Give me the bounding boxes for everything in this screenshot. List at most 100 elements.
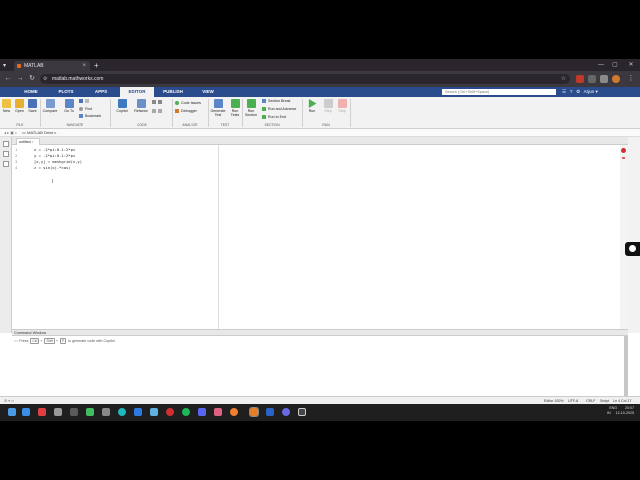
code-issues-button[interactable]: Code Issues (175, 101, 201, 106)
save-button[interactable]: Save (27, 99, 38, 113)
tab-publish[interactable]: PUBLISH (158, 87, 188, 97)
run-and-advance-button[interactable]: Run and Advance (262, 107, 296, 112)
bookmark-star-icon[interactable]: ☆ (561, 74, 566, 84)
back-forward-buttons[interactable] (79, 99, 91, 104)
site-info-icon[interactable]: ⚙ (43, 74, 47, 84)
app-icon[interactable] (70, 408, 78, 416)
run-button[interactable]: Run (306, 99, 318, 113)
copilot-hint: >> Press Ctrl + Shift + P to generate code… (14, 338, 115, 344)
app-icon[interactable] (38, 408, 46, 416)
ribbon-divider (110, 99, 111, 127)
side-panel-strip (0, 137, 12, 333)
tray-clock-date: 12-10-2025 (615, 411, 634, 415)
section-label-file: FILE (16, 123, 24, 127)
step-button[interactable]: Step (322, 99, 334, 113)
stop-button[interactable]: Stop (336, 99, 348, 113)
app-icon[interactable] (86, 408, 94, 416)
browser-tab[interactable]: MATLAB × (14, 61, 90, 71)
code-fx-buttons[interactable] (152, 109, 164, 114)
browser-icon[interactable] (230, 408, 238, 416)
code-line[interactable]: y = -2*pi:0.1:2*pi (34, 153, 75, 158)
system-tray[interactable]: ENG 20:07 IN 12-10-2025 (607, 406, 634, 416)
spotify-icon[interactable] (182, 408, 190, 416)
tab-menu-icon[interactable]: ▾ (3, 61, 6, 71)
tab-editor[interactable]: EDITOR (120, 87, 154, 97)
minimize-icon[interactable]: — (594, 59, 608, 71)
app-icon[interactable] (214, 408, 222, 416)
app-icon[interactable] (134, 408, 142, 416)
command-window-scrollbar[interactable] (624, 336, 628, 396)
explorer-panel-icon[interactable] (3, 161, 9, 167)
goto-icon (64, 99, 74, 108)
run-to-end-button[interactable]: Run to End (262, 115, 286, 120)
code-format-buttons[interactable] (152, 100, 164, 105)
tab-plots[interactable]: PLOTS (50, 87, 82, 97)
refactor-button[interactable]: Refactor (132, 99, 150, 113)
chevron-down-icon[interactable]: ▾ (595, 89, 597, 94)
app-icon[interactable] (282, 408, 290, 416)
new-tab-button[interactable]: + (94, 61, 99, 71)
current-folder-path[interactable]: MATLAB Drive (27, 130, 53, 135)
close-tab-icon[interactable]: × (82, 61, 86, 71)
address-bar[interactable]: ⚙ matlab.mathworks.com ☆ (40, 74, 570, 84)
floating-helper-button[interactable] (625, 242, 640, 256)
code-line[interactable]: x = -2*pi:0.1:2*pi (34, 147, 75, 152)
files-panel-icon[interactable] (3, 141, 9, 147)
app-icon[interactable] (166, 408, 174, 416)
profile-avatar[interactable] (612, 75, 620, 83)
forward-icon[interactable]: → (15, 74, 25, 84)
app-icon[interactable] (54, 408, 62, 416)
editor-tab-untitled[interactable]: untitled × (16, 138, 40, 145)
editor-scrollbar[interactable] (620, 145, 628, 329)
reload-icon[interactable]: ↻ (27, 74, 37, 84)
goto-button[interactable]: Go To (62, 99, 76, 113)
app-icon[interactable] (102, 408, 110, 416)
windows-start-icon[interactable] (22, 408, 30, 416)
bookmark-button[interactable]: Bookmark (79, 114, 101, 119)
find-button[interactable]: Find (79, 107, 92, 112)
browser-menu-icon[interactable]: ⋮ (626, 74, 636, 84)
app-icon[interactable] (150, 408, 158, 416)
code-line[interactable]: z = sin(x).*cos( (34, 165, 71, 170)
help-icon[interactable]: ? (570, 89, 573, 94)
extension-icon[interactable] (588, 75, 596, 83)
downloads-icon[interactable] (600, 75, 608, 83)
run-section-button[interactable]: Run Section (244, 99, 258, 117)
run-tests-button[interactable]: Run Tests (229, 99, 241, 117)
app-icon[interactable] (118, 408, 126, 416)
matlab-tab-bar: HOME PLOTS APPS EDITOR PUBLISH VIEW Sear… (0, 87, 640, 97)
tab-home[interactable]: HOME (16, 87, 46, 97)
tab-view[interactable]: VIEW (194, 87, 222, 97)
settings-icon[interactable]: ⚙ (576, 89, 580, 94)
maximize-icon[interactable]: ▢ (608, 59, 622, 71)
back-icon[interactable]: ← (3, 74, 13, 84)
debugger-button[interactable]: Debugger (175, 109, 197, 114)
workspace-panel-icon[interactable] (3, 151, 9, 157)
arrow-right-icon (85, 99, 89, 103)
widgets-icon[interactable] (8, 408, 16, 416)
notifications-icon[interactable]: ☰ (562, 89, 566, 94)
command-window[interactable]: >> Press Ctrl + Shift + P to generate code… (12, 336, 626, 396)
matlab-taskbar-icon[interactable] (249, 407, 259, 417)
error-marker[interactable] (622, 157, 625, 159)
error-indicator-icon[interactable] (621, 148, 626, 153)
tab-apps[interactable]: APPS (86, 87, 116, 97)
app-icon[interactable] (266, 408, 274, 416)
compare-button[interactable]: Compare (42, 99, 58, 113)
path-nav-icon[interactable]: ◂ ▸ ▣ ▹ (4, 130, 17, 135)
search-documentation-input[interactable]: Search (Ctrl+Shift+Space) (442, 89, 556, 95)
ribbon-divider (350, 99, 351, 127)
code-editor[interactable]: 1 2 3 4 x = -2*pi:0.1:2*pi y = -2*pi:0.1… (12, 145, 628, 329)
app-icon[interactable] (298, 408, 306, 416)
new-button[interactable]: New (1, 99, 12, 113)
extension-icon[interactable] (576, 75, 584, 83)
code-line[interactable]: [x,y] = meshgrid(x,y) (34, 159, 82, 164)
open-button[interactable]: Open (14, 99, 25, 113)
section-break-button[interactable]: Section Break (262, 99, 290, 104)
close-icon[interactable]: × (32, 140, 34, 144)
copilot-button[interactable]: Copilot (114, 99, 130, 113)
close-window-icon[interactable]: ✕ (624, 59, 638, 71)
user-menu[interactable]: Arjun (584, 89, 595, 94)
generate-test-button[interactable]: Generate Test (210, 99, 226, 117)
app-icon[interactable] (198, 408, 206, 416)
